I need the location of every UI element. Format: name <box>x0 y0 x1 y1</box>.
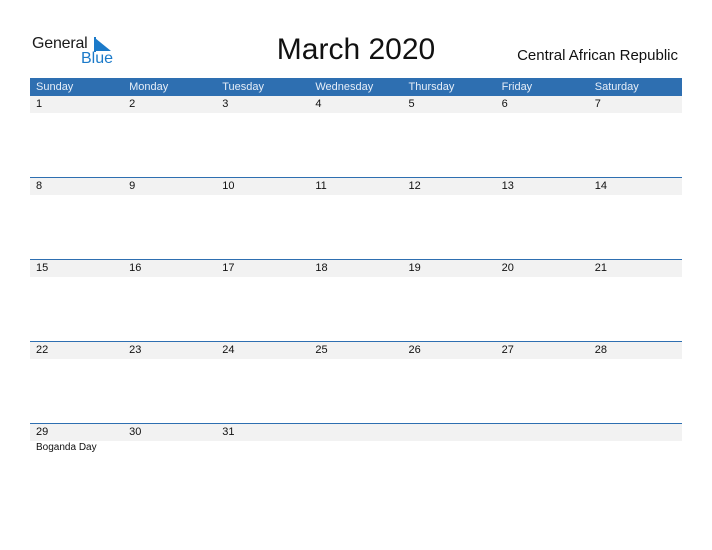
day-cell: 8 <box>36 180 43 192</box>
day-cell <box>589 424 682 441</box>
day-cell: 7 <box>594 98 601 110</box>
day-cell <box>403 424 496 441</box>
day-number-row: 29 30 31 <box>30 424 682 441</box>
day-cell: 31 <box>222 426 235 438</box>
weekday-wednesday: Wednesday <box>315 81 374 93</box>
day-cell: 25 <box>315 344 328 356</box>
calendar-grid: Sunday Monday Tuesday Wednesday Thursday… <box>30 78 682 505</box>
day-cell: 10 <box>222 180 235 192</box>
weekday-friday: Friday <box>501 81 533 93</box>
weekday-sunday: Sunday <box>36 81 74 93</box>
day-cell: 4 <box>315 98 322 110</box>
day-cell: 30 <box>129 426 142 438</box>
day-cell: 15 <box>36 262 49 274</box>
day-cell: 23 <box>129 344 142 356</box>
day-cell: 13 <box>501 180 514 192</box>
week-row: 29 30 31 Boganda Day <box>30 423 682 505</box>
day-cell: 16 <box>129 262 142 274</box>
day-cell <box>496 424 589 441</box>
day-number-row: 8 9 10 11 12 13 14 <box>30 178 682 195</box>
weekday-monday: Monday <box>129 81 169 93</box>
day-cell: 1 <box>36 98 43 110</box>
day-cell: 2 <box>129 98 136 110</box>
weekday-tuesday: Tuesday <box>222 81 265 93</box>
day-cell: 22 <box>36 344 49 356</box>
day-cell: 26 <box>408 344 421 356</box>
day-cell <box>309 424 402 441</box>
day-cell: 9 <box>129 180 136 192</box>
day-cell: 27 <box>501 344 514 356</box>
day-cell: 28 <box>594 344 607 356</box>
week-row: 1 2 3 4 5 6 7 <box>30 96 682 177</box>
holiday-label: Boganda Day <box>36 442 97 453</box>
day-cell: 29 <box>36 426 49 438</box>
day-cell: 11 <box>315 180 327 192</box>
day-cell: 17 <box>222 262 235 274</box>
event-row: Boganda Day <box>30 441 682 454</box>
weekday-thursday: Thursday <box>408 81 455 93</box>
weekday-header: Sunday Monday Tuesday Wednesday Thursday… <box>30 78 682 96</box>
day-cell: 12 <box>408 180 421 192</box>
week-row: 15 16 17 18 19 20 21 <box>30 259 682 341</box>
day-number-row: 22 23 24 25 26 27 28 <box>30 342 682 359</box>
day-cell: 18 <box>315 262 328 274</box>
day-cell: 21 <box>594 262 607 274</box>
day-cell: 14 <box>594 180 607 192</box>
week-row: 8 9 10 11 12 13 14 <box>30 177 682 259</box>
day-cell: 6 <box>501 98 508 110</box>
week-row: 22 23 24 25 26 27 28 <box>30 341 682 423</box>
day-cell: 19 <box>408 262 421 274</box>
day-cell: 3 <box>222 98 229 110</box>
country-name: Central African Republic <box>517 47 678 64</box>
day-cell: 24 <box>222 344 235 356</box>
day-number-row: 1 2 3 4 5 6 7 <box>30 96 682 113</box>
day-number-row: 15 16 17 18 19 20 21 <box>30 260 682 277</box>
day-cell: 5 <box>408 98 415 110</box>
weekday-saturday: Saturday <box>594 81 639 93</box>
day-cell: 20 <box>501 262 514 274</box>
